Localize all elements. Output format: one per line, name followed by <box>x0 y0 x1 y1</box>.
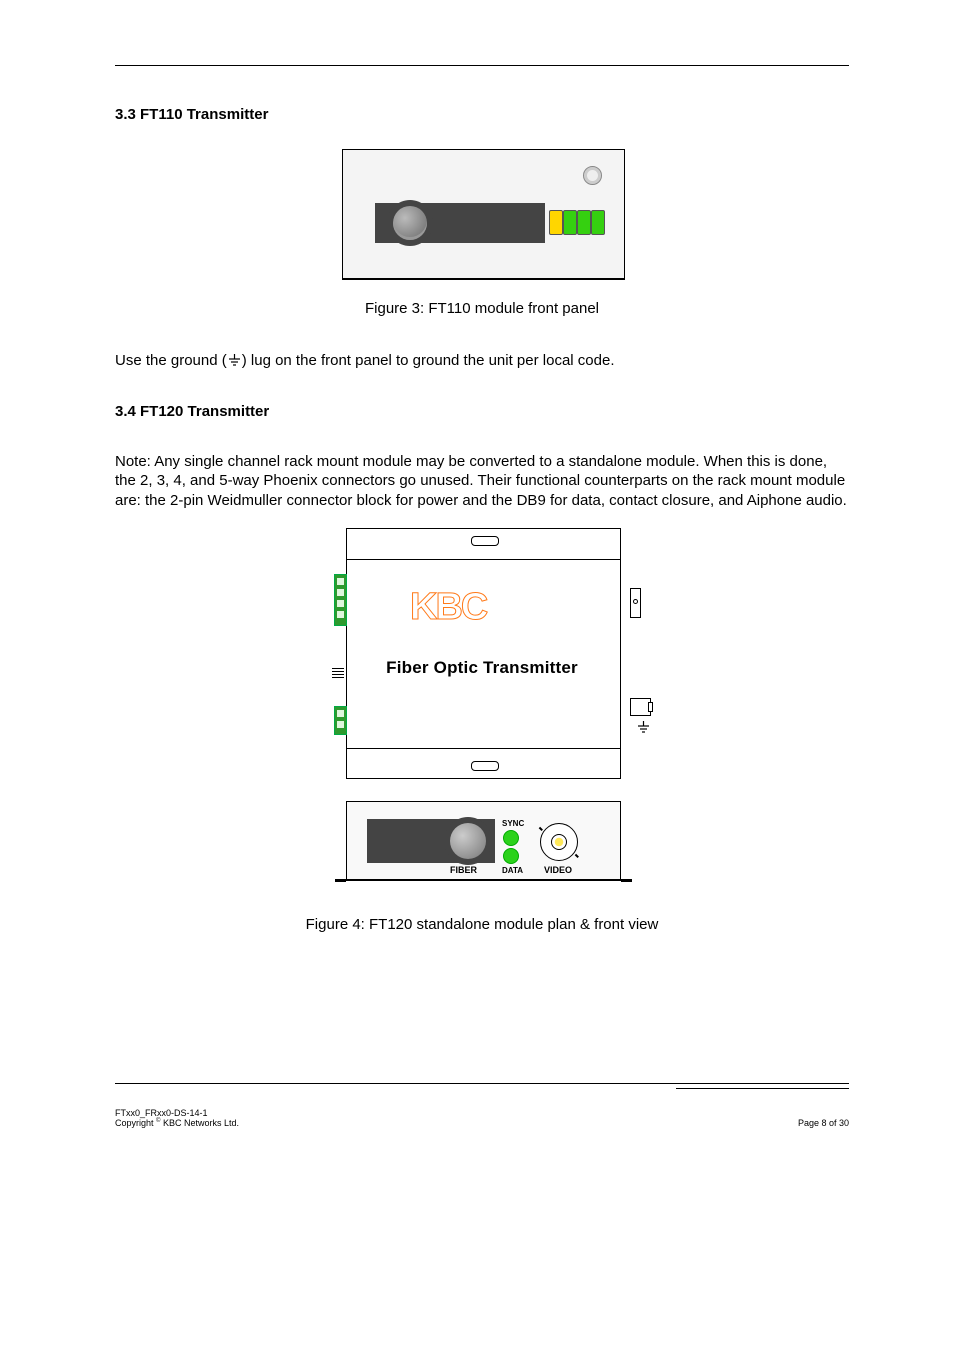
ground-lug-screw <box>583 166 602 185</box>
device-label: Fiber Optic Transmitter <box>332 658 632 678</box>
terminal-pin <box>336 720 345 729</box>
ground-instruction: Use the ground ( ) lug on the front panel… <box>115 351 849 371</box>
data-led <box>503 848 519 864</box>
fiber-label: FIBER <box>450 865 477 875</box>
ft120-front-view: FIBER SYNC DATA VIDEO <box>332 801 632 896</box>
status-leds: SYNC DATA <box>502 819 520 875</box>
led-yellow <box>549 210 563 235</box>
footer-rule-full <box>115 1083 849 1084</box>
data-label: DATA <box>502 866 520 875</box>
section-3-4-heading: 3.4 FT120 Transmitter <box>115 403 849 420</box>
terminal-pin <box>336 610 345 619</box>
doc-id: FTxx0_FRxx0-DS-14-1 <box>115 1108 239 1118</box>
terminal-pin <box>336 588 345 597</box>
ground-instruction-post: ) lug on the front panel to ground the u… <box>242 352 615 369</box>
terminal-block-2way <box>334 706 347 735</box>
footer-rule-right <box>676 1088 849 1089</box>
status-leds <box>549 210 605 235</box>
section-3-3-heading: 3.3 FT110 Transmitter <box>115 106 849 123</box>
ground-icon <box>229 354 240 367</box>
figure-4: KBC Fiber Optic Transmitter FIBER <box>332 528 632 896</box>
figure-3-caption: Figure 3: FT110 module front panel <box>115 300 849 317</box>
figure-4-caption: Figure 4: FT120 standalone module plan &… <box>115 916 849 933</box>
ft110-front-panel <box>342 149 625 280</box>
terminal-block-4way <box>334 574 347 626</box>
fiber-port <box>393 206 427 240</box>
header-rule <box>115 65 849 66</box>
led-green-2 <box>577 210 591 235</box>
ground-icon <box>638 721 649 739</box>
fiber-port <box>450 823 486 859</box>
ground-instruction-pre: Use the ground ( <box>115 352 227 369</box>
video-bnc-connector <box>540 823 578 861</box>
sync-led <box>503 830 519 846</box>
mount-flange-left <box>335 879 346 882</box>
mount-flange-right <box>621 879 632 882</box>
ft120-plan-view: KBC Fiber Optic Transmitter <box>332 528 632 779</box>
footer: FTxx0_FRxx0-DS-14-1 Copyright © KBC Netw… <box>115 1088 849 1128</box>
kbc-logo: KBC <box>410 586 486 629</box>
mount-slot-bottom <box>471 761 499 771</box>
mount-slot-top <box>471 536 499 546</box>
page-number: Page 8 of 30 <box>798 1118 849 1128</box>
section-3-4-note: Note: Any single channel rack mount modu… <box>115 452 849 511</box>
led-green-1 <box>563 210 577 235</box>
led-green-3 <box>591 210 605 235</box>
terminal-pin <box>336 577 345 586</box>
terminal-pin <box>336 709 345 718</box>
fiber-port-side <box>630 698 651 716</box>
sync-label: SYNC <box>502 819 520 828</box>
copyright-line: Copyright © KBC Networks Ltd. <box>115 1118 239 1128</box>
serial-connector <box>332 666 344 680</box>
power-jack <box>630 588 641 618</box>
video-label: VIDEO <box>544 865 572 875</box>
figure-3 <box>342 149 623 280</box>
footer-left: FTxx0_FRxx0-DS-14-1 Copyright © KBC Netw… <box>115 1108 239 1128</box>
terminal-pin <box>336 599 345 608</box>
enclosure-outline <box>346 528 621 779</box>
